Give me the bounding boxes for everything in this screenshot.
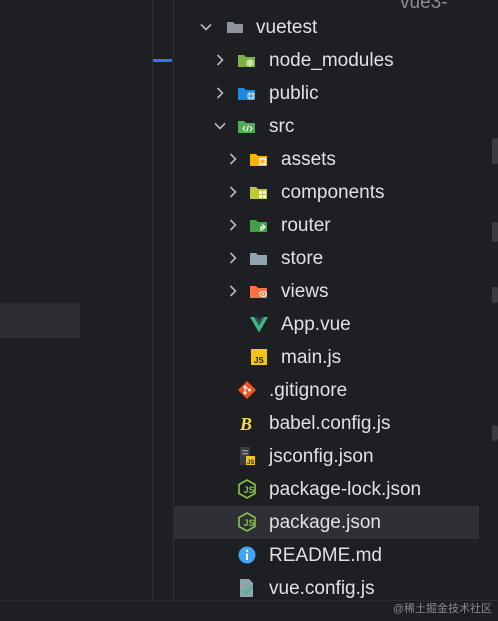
vue-file-icon <box>249 314 269 334</box>
chevron-right-icon[interactable] <box>226 284 240 298</box>
chevron-right-icon[interactable] <box>226 218 240 232</box>
chevron-right-icon[interactable] <box>226 185 240 199</box>
tree-item-label: assets <box>281 149 336 170</box>
tree-item-label: main.js <box>281 347 342 368</box>
tree-item-label: src <box>269 116 295 137</box>
router-folder-icon <box>249 215 269 235</box>
watermark: @稀土掘金技术社区 <box>392 603 492 615</box>
node-json-icon: JS <box>237 479 257 499</box>
tree-item-store[interactable]: store <box>174 242 479 275</box>
svg-text:B: B <box>239 414 252 433</box>
scrollbar-fragment[interactable] <box>492 138 498 164</box>
tree-item-node-modules[interactable]: node_modules <box>174 44 479 77</box>
tree-item-readme[interactable]: README.md <box>174 539 479 572</box>
tree-item-label: jsconfig.json <box>269 446 374 467</box>
tree-item-vuetest[interactable]: vuetest <box>174 11 479 44</box>
chevron-right-icon[interactable] <box>213 86 227 100</box>
svg-text:JS: JS <box>244 485 255 495</box>
tree-item-package-lock[interactable]: JS package-lock.json <box>174 473 479 506</box>
tree-item-router[interactable]: router <box>174 209 479 242</box>
svg-text:JS: JS <box>247 460 254 466</box>
assets-folder-icon <box>249 149 269 169</box>
editor-pane <box>0 0 152 600</box>
tree-item-public[interactable]: public <box>174 77 479 110</box>
tree-item-main-js[interactable]: JS main.js <box>174 341 479 374</box>
views-folder-icon <box>249 281 269 301</box>
svg-text:JS: JS <box>244 518 255 528</box>
components-folder-icon <box>249 182 269 202</box>
tree-item-package-json[interactable]: JS package.json <box>174 506 479 539</box>
tree-item-gitignore[interactable]: .gitignore <box>174 374 479 407</box>
node-folder-icon <box>237 50 257 70</box>
scrollbar-fragment[interactable] <box>492 222 498 242</box>
scrollbar-fragment[interactable] <box>492 287 498 303</box>
tree-item-label: README.md <box>269 545 382 566</box>
tree-item-label: node_modules <box>269 50 394 71</box>
editor-line-highlight <box>0 303 80 338</box>
src-folder-icon <box>237 116 257 136</box>
tree-item-src[interactable]: src <box>174 110 479 143</box>
git-icon <box>237 380 257 400</box>
tree-item-label: views <box>281 281 329 302</box>
chevron-down-icon[interactable] <box>213 119 227 133</box>
vue-config-icon <box>237 578 257 598</box>
tree-item-label: components <box>281 182 385 203</box>
tree-item-app-vue[interactable]: App.vue <box>174 308 479 341</box>
folder-open-icon <box>225 17 245 37</box>
tree-item-components[interactable]: components <box>174 176 479 209</box>
folder-icon <box>249 248 269 268</box>
tree-item-label: App.vue <box>281 314 351 335</box>
active-tab-indicator <box>152 59 172 62</box>
pane-divider[interactable] <box>152 0 153 600</box>
chevron-right-icon[interactable] <box>226 152 240 166</box>
scrollbar-fragment[interactable] <box>492 425 498 441</box>
chevron-right-icon[interactable] <box>213 53 227 67</box>
babel-icon: B <box>237 413 257 433</box>
chevron-right-icon[interactable] <box>226 251 240 265</box>
tree-item-label: vuetest <box>256 17 318 38</box>
tree-item-label: babel.config.js <box>269 413 391 434</box>
tree-item-label: package.json <box>269 512 381 533</box>
tree-item-jsconfig[interactable]: JS jsconfig.json <box>174 440 479 473</box>
tree-item-babel-config[interactable]: B babel.config.js <box>174 407 479 440</box>
tree-item-label: public <box>269 83 319 104</box>
public-folder-icon <box>237 83 257 103</box>
tree-item-views[interactable]: views <box>174 275 479 308</box>
node-json-icon: JS <box>237 512 257 532</box>
jsconfig-icon: JS <box>237 446 257 466</box>
project-tree: vue3- vuetest node_modules public src as… <box>174 0 498 600</box>
svg-text:JS: JS <box>254 356 264 365</box>
js-file-icon: JS <box>249 347 269 367</box>
tree-item-label: router <box>281 215 331 236</box>
tree-item-assets[interactable]: assets <box>174 143 479 176</box>
info-icon <box>237 545 257 565</box>
tree-item-label: .gitignore <box>269 380 348 401</box>
tree-item-label: store <box>281 248 324 269</box>
tree-item-label: package-lock.json <box>269 479 422 500</box>
chevron-down-icon[interactable] <box>199 20 213 34</box>
